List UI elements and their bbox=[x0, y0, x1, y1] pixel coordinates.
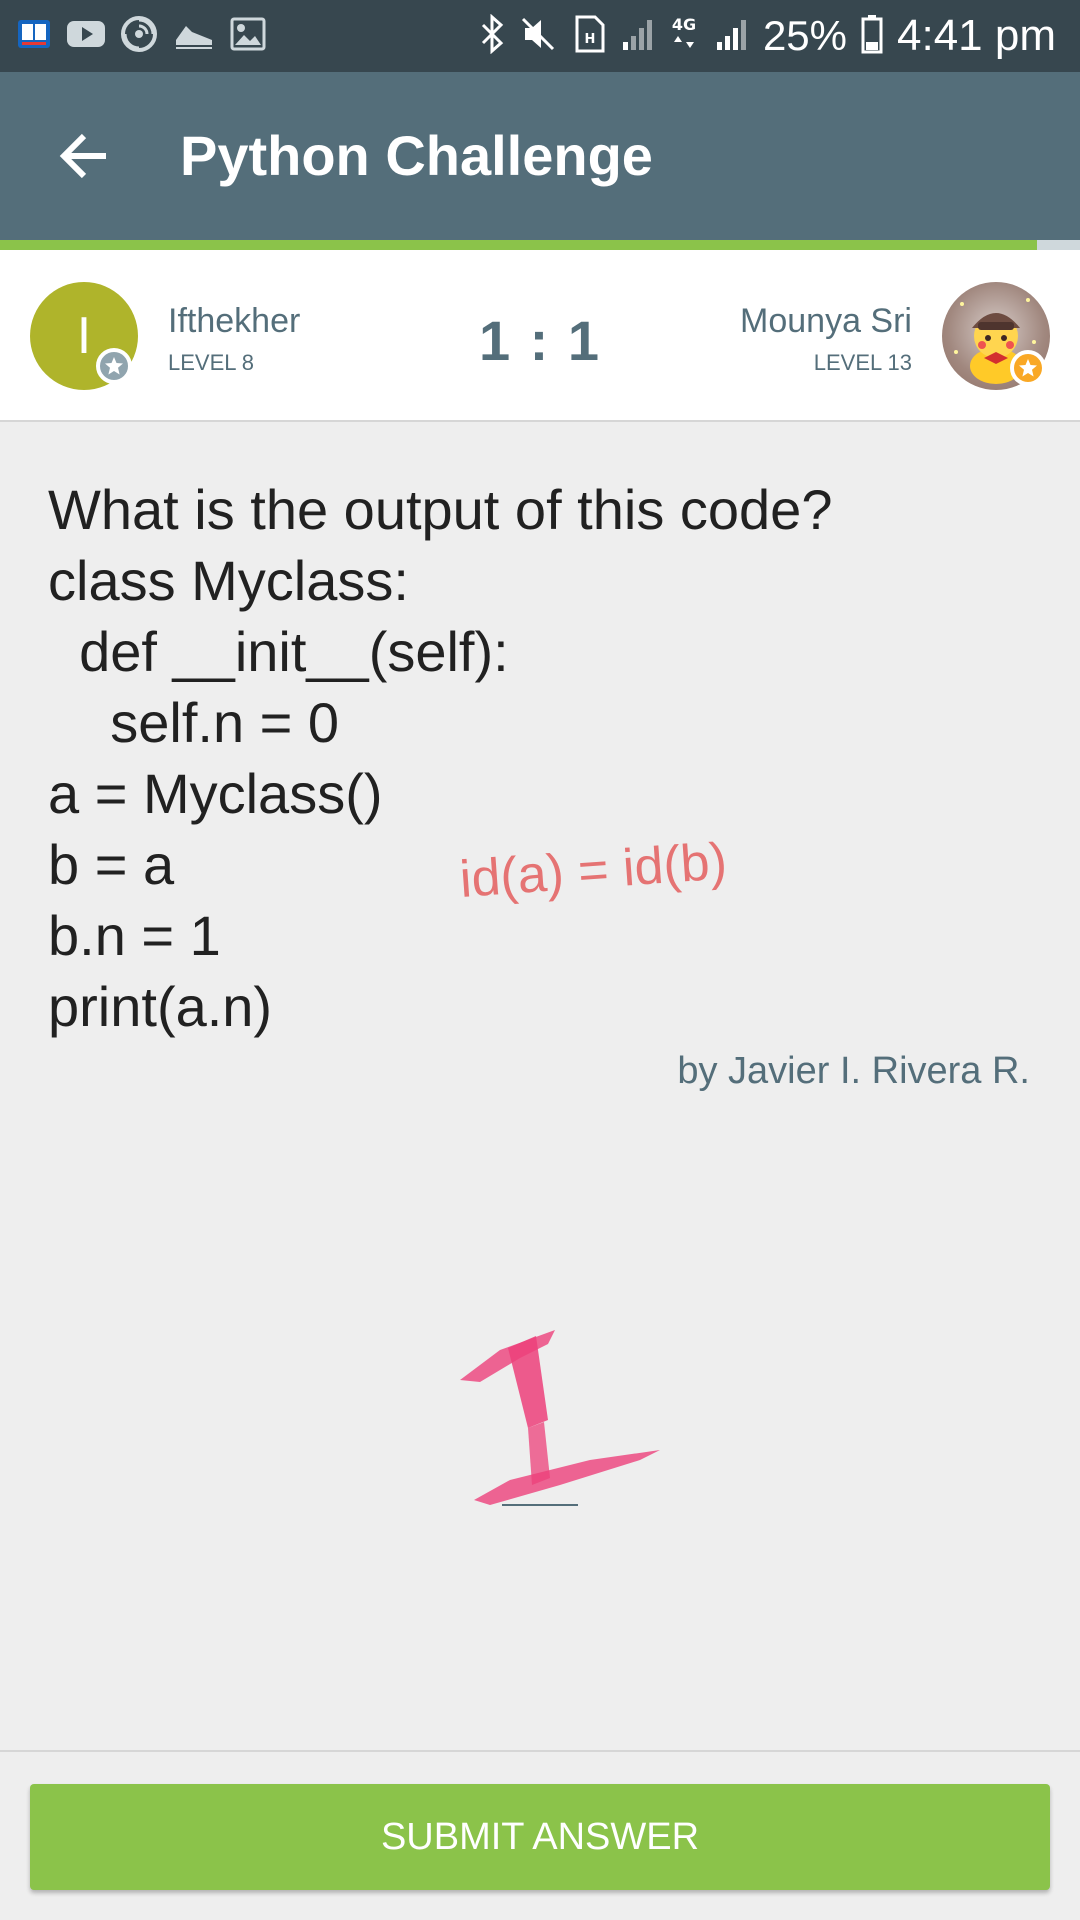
divider bbox=[0, 1750, 1080, 1752]
back-arrow-icon bbox=[59, 133, 106, 179]
image-icon bbox=[230, 17, 266, 56]
svg-text:H: H bbox=[585, 32, 596, 47]
shoe-app-icon bbox=[172, 18, 216, 55]
hd-icon: H bbox=[571, 15, 605, 58]
bluetooth-icon bbox=[479, 13, 505, 59]
code-line: b.n = 1 bbox=[48, 904, 221, 967]
dictionary-app-icon bbox=[16, 16, 52, 57]
challenge-progress-bar bbox=[0, 240, 1080, 250]
submit-answer-button[interactable]: SUBMIT ANSWER bbox=[30, 1784, 1050, 1890]
answer-input-underline bbox=[502, 1504, 578, 1506]
signal-icon bbox=[619, 16, 655, 57]
players-header: I Ifthekher LEVEL 8 1 : 1 Mounya Sri LEV… bbox=[0, 250, 1080, 422]
progress-fill bbox=[0, 240, 1037, 250]
mute-icon bbox=[519, 15, 557, 58]
code-line: def __init__(self): bbox=[48, 620, 509, 683]
app-bar: Python Challenge bbox=[0, 72, 1080, 240]
status-left-icons bbox=[16, 12, 280, 60]
4g-icon: 4G bbox=[669, 14, 699, 59]
status-right-icons: H 4G 25% 4:41 pm bbox=[465, 8, 1056, 64]
code-line: print(a.n) bbox=[48, 975, 273, 1038]
battery-percent: 25% bbox=[762, 12, 848, 59]
battery-icon bbox=[861, 14, 883, 59]
signal-icon bbox=[713, 16, 749, 57]
clock: 4:41 pm bbox=[897, 11, 1056, 60]
page-title: Python Challenge bbox=[180, 124, 653, 187]
score: 1 : 1 bbox=[478, 309, 602, 372]
status-bar: H 4G 25% 4:41 pm bbox=[0, 0, 1080, 72]
youtube-icon bbox=[66, 19, 106, 54]
back-button[interactable] bbox=[40, 112, 128, 200]
question-line: What is the output of this code? bbox=[48, 478, 833, 541]
question-text: What is the output of this code? class M… bbox=[48, 474, 1038, 1042]
question-author: by Javier I. Rivera R. bbox=[677, 1050, 1030, 1092]
code-line: class Myclass: bbox=[48, 549, 409, 612]
code-line: a = Myclass() bbox=[48, 762, 383, 825]
svg-text:4G: 4G bbox=[672, 15, 696, 34]
player-right-level: LEVEL 13 bbox=[813, 350, 912, 375]
spiral-app-icon bbox=[120, 15, 158, 58]
code-line: self.n = 0 bbox=[48, 691, 340, 754]
handwritten-answer-scribble bbox=[460, 1330, 660, 1505]
player-right-name: Mounya Sri bbox=[740, 302, 912, 340]
star-badge-icon bbox=[1010, 350, 1046, 386]
